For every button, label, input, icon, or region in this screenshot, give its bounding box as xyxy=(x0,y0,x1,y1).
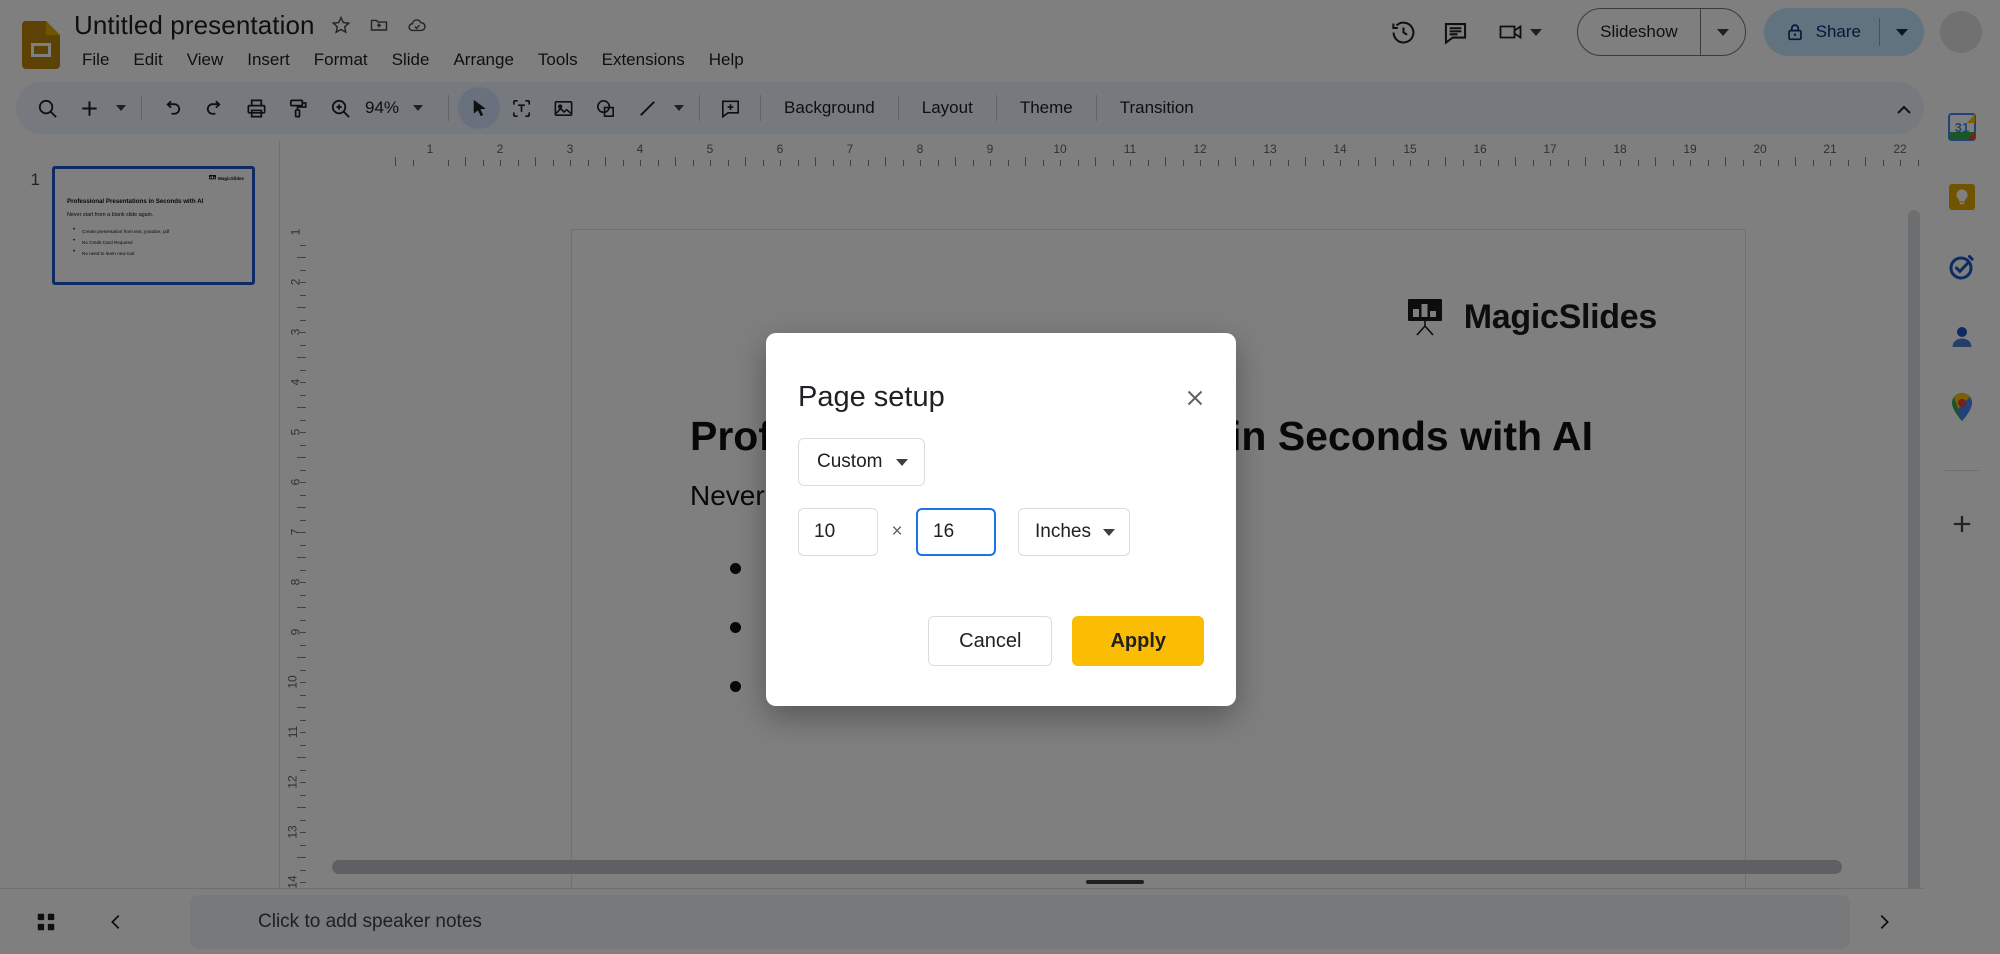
unit-value: Inches xyxy=(1035,521,1091,542)
cancel-button[interactable]: Cancel xyxy=(928,616,1053,666)
dialog-actions: Cancel Apply xyxy=(928,616,1204,666)
close-icon[interactable] xyxy=(1178,381,1212,415)
page-size-preset-select[interactable]: Custom xyxy=(798,438,926,486)
unit-select[interactable]: Inches xyxy=(1018,508,1130,556)
google-slides-app: Untitled presentation File xyxy=(0,0,2000,954)
width-input[interactable]: 10 xyxy=(798,508,878,556)
page-size-preset-value: Custom xyxy=(817,451,883,472)
caret-down-icon xyxy=(1102,528,1115,536)
dialog-title: Page setup xyxy=(798,381,945,413)
dimension-separator: × xyxy=(891,521,903,542)
height-input[interactable]: 16 xyxy=(916,508,996,556)
custom-size-row: 10 × 16 Inches xyxy=(798,508,1130,556)
apply-button[interactable]: Apply xyxy=(1072,616,1204,666)
caret-down-icon xyxy=(896,458,909,466)
